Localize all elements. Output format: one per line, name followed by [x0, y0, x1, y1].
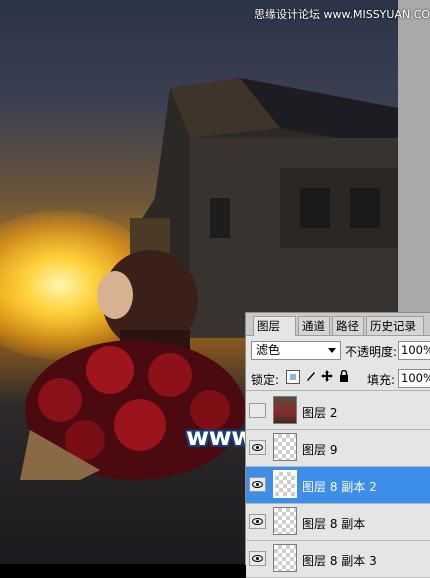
lock-label: 锁定:	[251, 373, 280, 387]
layer-thumbnail	[273, 396, 297, 424]
tab-label: 历史记录	[370, 319, 416, 333]
eye-icon[interactable]	[249, 514, 266, 529]
layer-name: 图层 2	[302, 406, 338, 420]
fill-label: 填充:	[367, 373, 396, 387]
blend-mode-select[interactable]: 滤色	[251, 341, 341, 360]
layers-panel: 图层 × 通道 路径 历史记录 滤色 不透明度: 100% 锁定:	[245, 312, 430, 578]
tab-label: 路径	[336, 319, 359, 333]
layer-name: 图层 8 副本	[302, 517, 366, 531]
watermark-top: 思缘设计论坛 www.MISSYUAN.COM	[254, 8, 430, 21]
layer-row[interactable]: 图层 9	[246, 430, 430, 467]
tab-label: 通道	[302, 319, 325, 333]
tab-paths[interactable]: 路径	[332, 316, 364, 335]
lock-image-pixels-icon[interactable]	[304, 370, 318, 384]
tab-history[interactable]: 历史记录	[366, 316, 424, 335]
blend-mode-value: 滤色	[256, 343, 281, 357]
opacity-input[interactable]: 100%	[398, 341, 430, 360]
layer-thumbnail	[273, 507, 297, 535]
layer-row[interactable]: 图层 8 副本 3	[246, 541, 430, 578]
tab-label: 图层	[257, 319, 280, 333]
layer-row[interactable]: 图层 2	[246, 393, 430, 430]
lock-row: 锁定: 填充: 100%	[246, 366, 430, 391]
layer-thumbnail	[273, 544, 297, 572]
layer-thumbnail	[273, 433, 297, 461]
layer-thumbnail	[273, 470, 297, 498]
blend-row: 滤色 不透明度: 100%	[246, 340, 430, 362]
panel-tabs: 图层 × 通道 路径 历史记录	[246, 313, 430, 351]
layer-name: 图层 9	[302, 443, 338, 457]
visibility-toggle-icon[interactable]	[249, 403, 266, 418]
layer-row[interactable]: 图层 8 副本	[246, 504, 430, 541]
lock-transparent-pixels-icon[interactable]	[286, 370, 300, 384]
rose-bouquet	[20, 340, 245, 480]
layer-row-selected[interactable]: 图层 8 副本 2	[246, 467, 430, 504]
layer-list: 图层 2 图层 9 图层 8 副本 2 图层 8 副本 图层 8 副本 3	[246, 393, 430, 578]
tab-layers[interactable]: 图层 ×	[253, 316, 296, 351]
eye-icon[interactable]	[249, 477, 266, 492]
lock-all-icon[interactable]	[337, 369, 351, 384]
layer-name: 图层 8 副本 3	[302, 554, 377, 568]
tab-channels[interactable]: 通道	[298, 316, 330, 335]
chevron-down-icon	[328, 348, 336, 353]
lock-position-icon[interactable]	[320, 370, 334, 384]
fill-input[interactable]: 100%	[398, 369, 430, 388]
layer-name: 图层 8 副本 2	[302, 480, 377, 494]
eye-icon[interactable]	[249, 440, 266, 455]
opacity-label: 不透明度:	[345, 345, 398, 359]
